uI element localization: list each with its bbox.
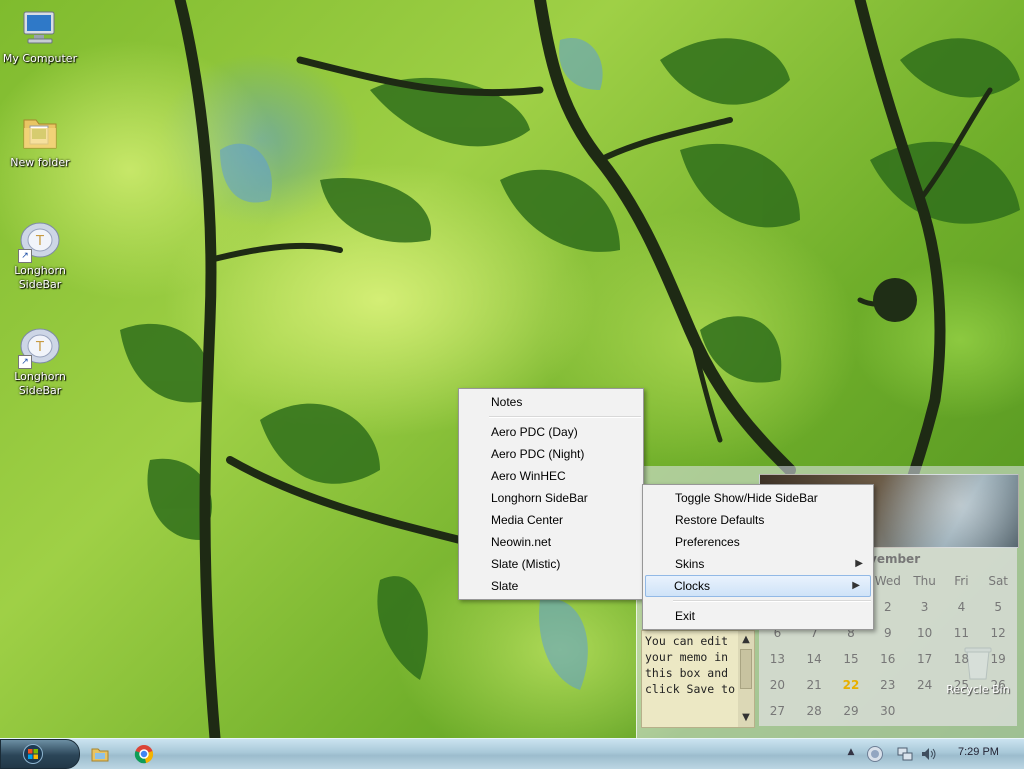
- desktop-icon-longhorn-sidebar[interactable]: T ↗ Longhorn SideBar: [0, 220, 80, 292]
- taskbar: ▲ 7:29 PM: [0, 738, 1024, 769]
- scroll-up-icon[interactable]: ▲: [740, 633, 752, 647]
- calendar-day[interactable]: 20: [759, 678, 796, 692]
- calendar-day[interactable]: [943, 704, 980, 718]
- shortcut-arrow-icon: ↗: [18, 249, 32, 263]
- calendar-weekday: Thu: [913, 574, 936, 588]
- menu-item-aero-winhec[interactable]: Aero WinHEC: [459, 465, 643, 487]
- menu-item-skins[interactable]: Skins ▶: [643, 553, 873, 575]
- submenu-arrow-icon: ▶: [852, 580, 860, 591]
- calendar-day[interactable]: 21: [796, 678, 833, 692]
- desktop-icon-label: Recycle Bin: [946, 683, 1010, 696]
- my-computer-icon: [20, 8, 60, 48]
- menu-item-exit[interactable]: Exit: [643, 605, 873, 627]
- volume-icon[interactable]: [920, 745, 938, 763]
- calendar-month: vember: [869, 552, 921, 566]
- desktop-icon-label: My Computer: [2, 52, 78, 65]
- svg-text:T: T: [35, 234, 44, 249]
- sidebar-shortcut-icon: T ↗: [18, 326, 60, 369]
- calendar-day[interactable]: 13: [759, 652, 796, 666]
- calendar-day[interactable]: 14: [796, 652, 833, 666]
- menu-separator: [673, 600, 871, 602]
- submenu-arrow-icon: ▶: [855, 558, 863, 569]
- menu-item-label: Toggle Show/Hide SideBar: [675, 491, 818, 505]
- desktop-icon-new-folder[interactable]: New folder: [0, 112, 80, 170]
- taskbar-clock[interactable]: 7:29 PM: [958, 746, 999, 758]
- calendar-day[interactable]: 22: [833, 678, 870, 692]
- calendar-weekday: Wed: [874, 574, 901, 588]
- calendar-day[interactable]: 17: [906, 652, 943, 666]
- menu-item-neowin[interactable]: Neowin.net: [459, 531, 643, 553]
- calendar-day[interactable]: 5: [980, 600, 1017, 614]
- start-button[interactable]: [0, 739, 80, 769]
- calendar-day[interactable]: 27: [759, 704, 796, 718]
- chrome-icon[interactable]: [134, 744, 154, 764]
- windows-start-orb-icon: [23, 744, 43, 764]
- calendar-day[interactable]: [980, 704, 1017, 718]
- sidebar-tray-icon[interactable]: [866, 745, 884, 763]
- calendar-day[interactable]: 28: [796, 704, 833, 718]
- menu-item-slate-mistic[interactable]: Slate (Mistic): [459, 553, 643, 575]
- calendar-weekday: Sat: [988, 574, 1009, 588]
- scroll-thumb[interactable]: [740, 649, 752, 689]
- calendar-week-row: 27 28 29 30: [759, 704, 1017, 718]
- desktop-icon-label: Longhorn SideBar: [14, 370, 66, 397]
- menu-item-label: Preferences: [675, 535, 740, 549]
- calendar-day[interactable]: [906, 704, 943, 718]
- menu-separator: [489, 416, 641, 418]
- calendar-day[interactable]: 12: [980, 626, 1017, 640]
- scroll-down-icon[interactable]: ▼: [740, 711, 752, 725]
- menu-item-toggle-sidebar[interactable]: Toggle Show/Hide SideBar: [643, 487, 873, 509]
- folder-icon: [20, 112, 60, 152]
- desktop-icon-my-computer[interactable]: My Computer: [0, 8, 80, 66]
- menu-item-label: Restore Defaults: [675, 513, 765, 527]
- recycle-bin-icon: [963, 645, 993, 681]
- shortcut-arrow-icon: ↗: [18, 355, 32, 369]
- desktop-icon-recycle-bin[interactable]: Recycle Bin: [940, 645, 1016, 696]
- desktop-icon-longhorn-sidebar-2[interactable]: T ↗ Longhorn SideBar: [0, 326, 80, 398]
- calendar-weekday: Fri: [954, 574, 969, 588]
- calendar-day[interactable]: 16: [869, 652, 906, 666]
- calendar-day[interactable]: 29: [833, 704, 870, 718]
- desktop-icon-label: Longhorn SideBar: [14, 264, 66, 291]
- network-icon[interactable]: [896, 745, 914, 763]
- calendar-day[interactable]: 11: [943, 626, 980, 640]
- menu-item-clocks[interactable]: Clocks ▶: [645, 575, 871, 597]
- menu-item-longhorn-sidebar[interactable]: Longhorn SideBar: [459, 487, 643, 509]
- svg-text:T: T: [35, 340, 44, 355]
- calendar-day[interactable]: 3: [906, 600, 943, 614]
- memo-textbox[interactable]: You can edit your memo in this box and c…: [645, 633, 735, 725]
- notes-gadget[interactable]: You can edit your memo in this box and c…: [641, 630, 755, 728]
- menu-item-label: Exit: [675, 609, 696, 623]
- desktop-icon-label: New folder: [10, 156, 70, 169]
- sidebar-shortcut-icon: T ↗: [18, 220, 60, 263]
- calendar-day[interactable]: 2: [869, 600, 906, 614]
- calendar-day[interactable]: 15: [833, 652, 870, 666]
- menu-item-aero-pdc-night[interactable]: Aero PDC (Night): [459, 443, 643, 465]
- calendar-day[interactable]: 9: [869, 626, 906, 640]
- explorer-icon[interactable]: [90, 744, 110, 764]
- memo-scrollbar[interactable]: ▲ ▼: [738, 631, 754, 727]
- menu-item-media-center[interactable]: Media Center: [459, 509, 643, 531]
- show-hidden-icons-icon[interactable]: ▲: [844, 747, 858, 761]
- sidebar-context-menu[interactable]: Toggle Show/Hide SideBar Restore Default…: [642, 484, 874, 630]
- calendar-day[interactable]: 10: [906, 626, 943, 640]
- menu-item-label: Skins: [675, 557, 705, 571]
- calendar-day[interactable]: 30: [869, 704, 906, 718]
- menu-item-slate[interactable]: Slate: [459, 575, 643, 597]
- menu-item-notes[interactable]: Notes: [459, 391, 643, 413]
- menu-item-label: Clocks: [674, 579, 711, 593]
- calendar-day[interactable]: 24: [906, 678, 943, 692]
- menu-item-aero-pdc-day[interactable]: Aero PDC (Day): [459, 421, 643, 443]
- menu-item-restore-defaults[interactable]: Restore Defaults: [643, 509, 873, 531]
- skins-submenu[interactable]: Notes Aero PDC (Day) Aero PDC (Night) Ae…: [458, 388, 644, 600]
- calendar-day[interactable]: 4: [943, 600, 980, 614]
- menu-item-preferences[interactable]: Preferences: [643, 531, 873, 553]
- calendar-day[interactable]: 23: [869, 678, 906, 692]
